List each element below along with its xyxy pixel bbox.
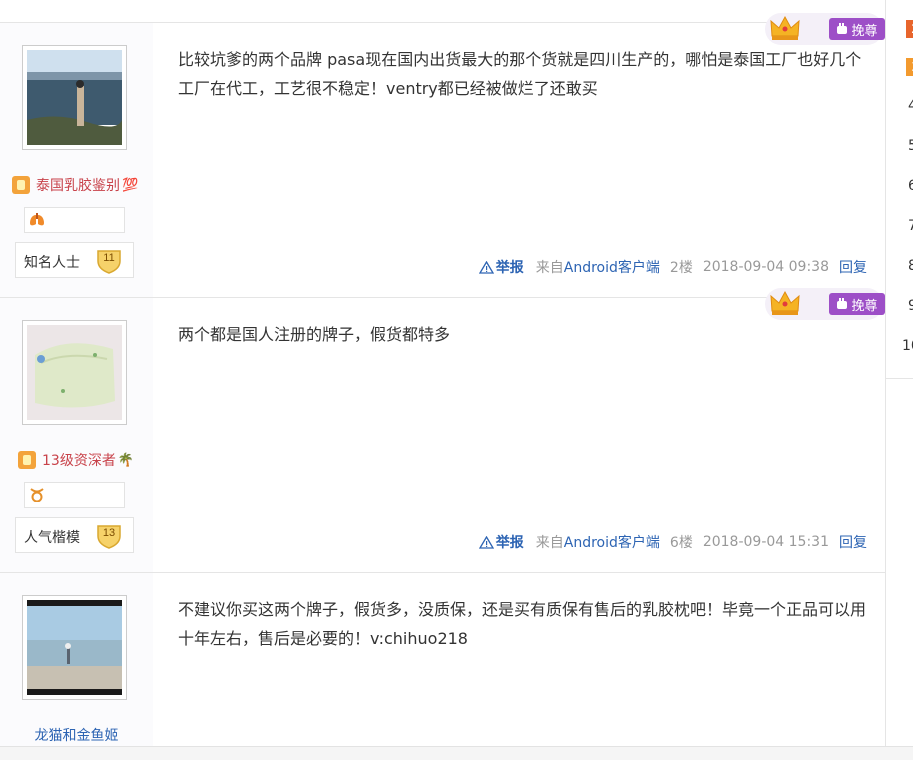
username[interactable]: 13级资深者 🌴 (18, 450, 134, 470)
username-label: 13级资深者 (42, 453, 116, 469)
rank-item[interactable]: 7 (908, 218, 913, 234)
post-time: 2018-09-04 09:38 (702, 259, 829, 275)
client-prefix: 来自 (535, 535, 564, 551)
member-badge-icon (12, 176, 30, 194)
username-label: 龙猫和金鱼姬 (34, 728, 119, 744)
username-emoji: 🌴 (117, 452, 135, 468)
medal-box (24, 207, 125, 233)
thread-ranking-rail: 2 3 4 5 6 7 8 9 10 (885, 0, 913, 760)
warning-icon (478, 535, 494, 549)
rank-item[interactable]: 2 (906, 20, 913, 38)
lungs-medal-icon[interactable] (29, 213, 45, 227)
report-link[interactable]: 举报 (478, 257, 524, 277)
client-source: 来自Android客户端 (536, 257, 660, 277)
floor-number: 6楼 (669, 535, 693, 551)
post-content: 比较坑爹的两个品牌 pasa现在国内出货最大的那个货就是四川生产的，哪怕是泰国工… (178, 50, 862, 98)
honor-button[interactable]: 挽尊 (829, 293, 885, 315)
rank-item[interactable]: 8 (908, 258, 913, 274)
avatar-image (27, 600, 122, 695)
hand-icon (837, 298, 848, 309)
honor-widget: 挽尊 (765, 13, 885, 45)
post-time: 2018-09-04 15:31 (702, 534, 829, 550)
warning-icon (478, 260, 494, 274)
username[interactable]: 泰国乳胶鉴别 💯 (12, 175, 138, 195)
report-link[interactable]: 举报 (478, 532, 524, 552)
horizontal-scrollbar[interactable] (0, 746, 913, 760)
rank-item[interactable]: 9 (908, 298, 913, 314)
author-sidebar: 13级资深者 🌴 人气楷模 13 (0, 298, 153, 572)
post-floor-6: 13级资深者 🌴 人气楷模 13 挽尊 两个都是国人注册的牌子，假货都特多 举报… (0, 288, 885, 572)
level-number-wrap: 11 (96, 248, 122, 274)
client-prefix: 来自 (535, 260, 564, 276)
taurus-medal-icon[interactable] (29, 488, 45, 502)
honor-label: 挽尊 (851, 23, 878, 39)
client-link[interactable]: Android客户端 (564, 535, 660, 551)
floor-number: 2楼 (669, 260, 693, 276)
user-level[interactable]: 知名人士 11 (15, 242, 134, 278)
pillow-photo (27, 325, 122, 420)
rank-item[interactable]: 5 (908, 138, 913, 154)
client-link[interactable]: Android客户端 (564, 260, 660, 276)
post-meta: 举报 来自Android客户端 6楼 2018-09-04 15:31 回复 (478, 532, 867, 552)
level-title: 知名人士 (24, 255, 80, 271)
client-source: 来自Android客户端 (536, 532, 660, 552)
username-emoji: 💯 (122, 177, 139, 193)
report-label: 举报 (495, 535, 524, 551)
username-label: 泰国乳胶鉴别 (36, 178, 120, 194)
level-number: 13 (102, 527, 116, 539)
avatar[interactable] (22, 320, 127, 425)
post-floor-2: 泰国乳胶鉴别 💯 知名人士 11 挽尊 比较坑爹的两个品牌 pasa现在国内出货… (0, 13, 885, 297)
medal-box (24, 482, 125, 508)
author-sidebar: 泰国乳胶鉴别 💯 知名人士 11 (0, 23, 153, 297)
rail-divider (886, 378, 913, 379)
level-title: 人气楷模 (24, 530, 80, 546)
honor-label: 挽尊 (851, 298, 878, 314)
honor-button[interactable]: 挽尊 (829, 18, 885, 40)
username[interactable]: 龙猫和金鱼姬 (0, 725, 153, 745)
post-floor-next: 龙猫和金鱼姬 不建议你买这两个牌子，假货多，没质保，还是买有质保有售后的乳胶枕吧… (0, 572, 885, 746)
post-list: 泰国乳胶鉴别 💯 知名人士 11 挽尊 比较坑爹的两个品牌 pasa现在国内出货… (0, 0, 885, 760)
author-sidebar: 龙猫和金鱼姬 (0, 573, 153, 746)
avatar-image (27, 50, 122, 145)
report-label: 举报 (495, 260, 524, 276)
rank-item[interactable]: 10 (902, 338, 913, 354)
rank-item[interactable]: 6 (908, 178, 913, 194)
honor-widget: 挽尊 (765, 288, 885, 320)
crown-icon (770, 15, 800, 40)
post-content: 两个都是国人注册的牌子，假货都特多 (178, 325, 451, 344)
member-badge-icon (18, 451, 36, 469)
post-content: 不建议你买这两个牌子，假货多，没质保，还是买有质保有售后的乳胶枕吧！毕竟一个正品… (178, 600, 867, 648)
level-number: 11 (103, 252, 115, 264)
beach-photo (27, 600, 122, 695)
level-number-wrap: 13 (96, 523, 122, 549)
reply-link[interactable]: 回复 (839, 257, 867, 277)
user-level[interactable]: 人气楷模 13 (15, 517, 134, 553)
post-meta: 举报 来自Android客户端 2楼 2018-09-04 09:38 回复 (478, 257, 867, 277)
hand-icon (837, 23, 848, 34)
avatar-image (27, 325, 122, 420)
avatar[interactable] (22, 45, 127, 150)
rank-item[interactable]: 3 (906, 58, 913, 76)
rank-item[interactable]: 4 (908, 98, 913, 114)
avatar[interactable] (22, 595, 127, 700)
crown-icon (770, 290, 800, 315)
reply-link[interactable]: 回复 (839, 532, 867, 552)
lake-photo (27, 50, 122, 145)
